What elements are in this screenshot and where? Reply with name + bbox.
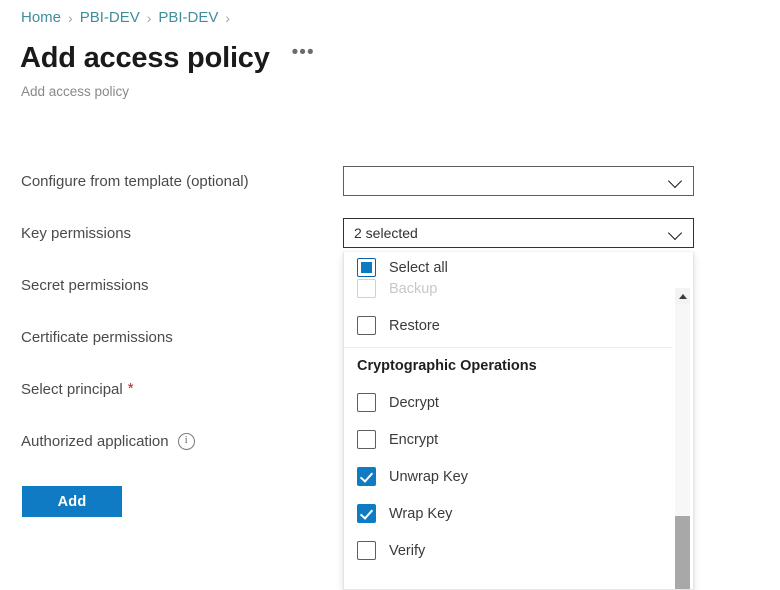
- info-icon[interactable]: i: [177, 432, 195, 450]
- option-label: Encrypt: [389, 431, 439, 448]
- label-text: Secret permissions: [21, 276, 149, 294]
- breadcrumb-item-pbi-dev-1[interactable]: PBI-DEV: [80, 8, 140, 28]
- checkbox-unchecked-icon[interactable]: [357, 316, 376, 335]
- checkbox-unchecked-icon[interactable]: [357, 541, 376, 560]
- option-label: Verify: [389, 542, 426, 559]
- label-configure-template: Configure from template (optional): [21, 166, 249, 196]
- label-secret-permissions: Secret permissions: [21, 270, 149, 300]
- key-permissions-dropdown[interactable]: 2 selected: [343, 218, 694, 248]
- dropdown-select-all-header: Select all: [344, 252, 673, 279]
- required-marker: *: [127, 380, 134, 397]
- checkbox-unchecked-icon[interactable]: [357, 393, 376, 412]
- label-authorized-application: Authorized application i: [21, 426, 195, 456]
- page-subtitle: Add access policy: [21, 84, 130, 99]
- page-title-row: Add access policy •••: [20, 40, 315, 76]
- scroll-up-arrow-icon[interactable]: [675, 288, 690, 304]
- chevron-down-icon: [669, 174, 683, 188]
- label-text: Certificate permissions: [21, 328, 173, 346]
- option-verify[interactable]: Verify: [344, 532, 673, 569]
- checkbox-checked-icon[interactable]: [357, 504, 376, 523]
- checkbox-indeterminate-icon[interactable]: [357, 258, 376, 277]
- option-restore[interactable]: Restore: [344, 307, 673, 344]
- option-label: Decrypt: [389, 394, 439, 411]
- add-button[interactable]: Add: [22, 486, 122, 517]
- label-certificate-permissions: Certificate permissions: [21, 322, 173, 352]
- option-decrypt[interactable]: Decrypt: [344, 384, 673, 421]
- chevron-down-icon: [669, 226, 683, 240]
- label-text: Configure from template (optional): [21, 172, 249, 190]
- option-wrap-key[interactable]: Wrap Key: [344, 495, 673, 532]
- breadcrumb-separator-icon: ›: [68, 10, 73, 26]
- breadcrumb: Home › PBI-DEV › PBI-DEV ›: [21, 8, 237, 28]
- breadcrumb-item-home[interactable]: Home: [21, 8, 61, 28]
- configure-from-template-dropdown[interactable]: [343, 166, 694, 196]
- key-permissions-value: 2 selected: [354, 225, 418, 241]
- option-group-header-cryptographic-operations: Cryptographic Operations: [357, 358, 537, 374]
- label-text: Authorized application: [21, 432, 169, 450]
- option-label: Select all: [389, 259, 448, 276]
- more-options-icon[interactable]: •••: [292, 43, 315, 73]
- option-label: Unwrap Key: [389, 468, 468, 485]
- label-select-principal: Select principal *: [21, 374, 134, 404]
- label-text: Key permissions: [21, 224, 132, 242]
- key-permissions-dropdown-panel: Backup Restore Cryptographic Operations …: [343, 252, 694, 590]
- label-text: Select principal: [21, 380, 123, 398]
- option-label: Restore: [389, 317, 440, 334]
- option-label: Wrap Key: [389, 505, 453, 522]
- dropdown-options-list: Backup Restore Cryptographic Operations …: [344, 270, 673, 569]
- option-encrypt[interactable]: Encrypt: [344, 421, 673, 458]
- breadcrumb-separator-icon: ›: [146, 10, 152, 26]
- dropdown-scrollbar[interactable]: [672, 252, 693, 589]
- breadcrumb-separator-icon: ›: [225, 10, 231, 26]
- page-title: Add access policy: [20, 42, 270, 74]
- option-select-all[interactable]: Select all: [344, 252, 673, 283]
- checkbox-checked-icon[interactable]: [357, 467, 376, 486]
- dropdown-options-viewport: Backup Restore Cryptographic Operations …: [344, 252, 673, 589]
- scrollbar-thumb[interactable]: [675, 516, 690, 589]
- option-unwrap-key[interactable]: Unwrap Key: [344, 458, 673, 495]
- breadcrumb-item-pbi-dev-2[interactable]: PBI-DEV: [158, 8, 218, 28]
- label-key-permissions: Key permissions: [21, 218, 131, 248]
- checkbox-unchecked-icon[interactable]: [357, 430, 376, 449]
